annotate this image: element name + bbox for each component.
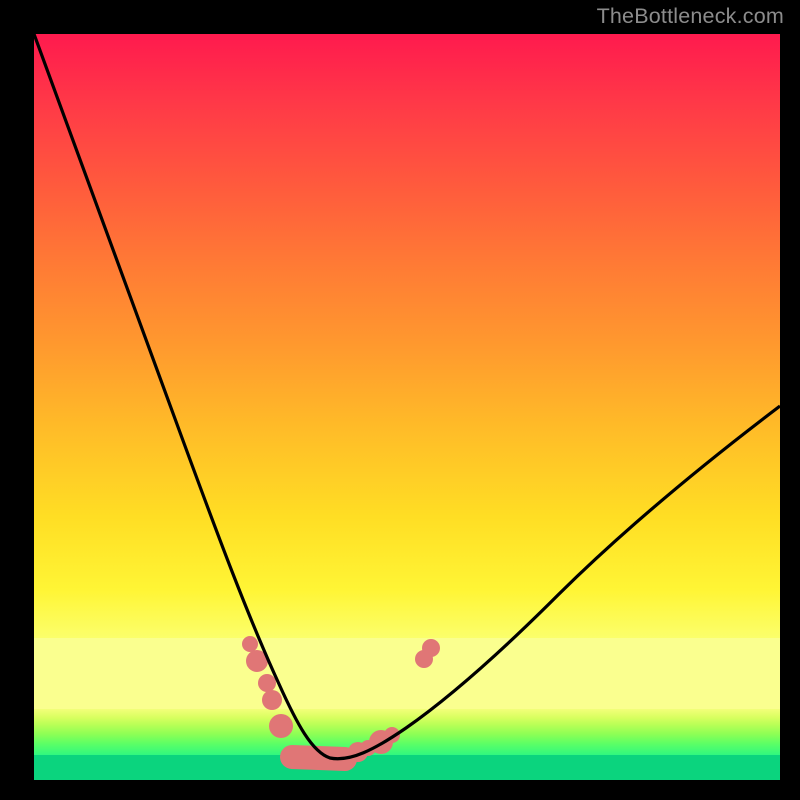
- bottleneck-curve: [34, 34, 780, 759]
- marker-dots: [242, 636, 440, 762]
- watermark-text: TheBottleneck.com: [597, 4, 784, 29]
- chart-frame: [34, 34, 780, 780]
- chart-svg: [34, 34, 780, 780]
